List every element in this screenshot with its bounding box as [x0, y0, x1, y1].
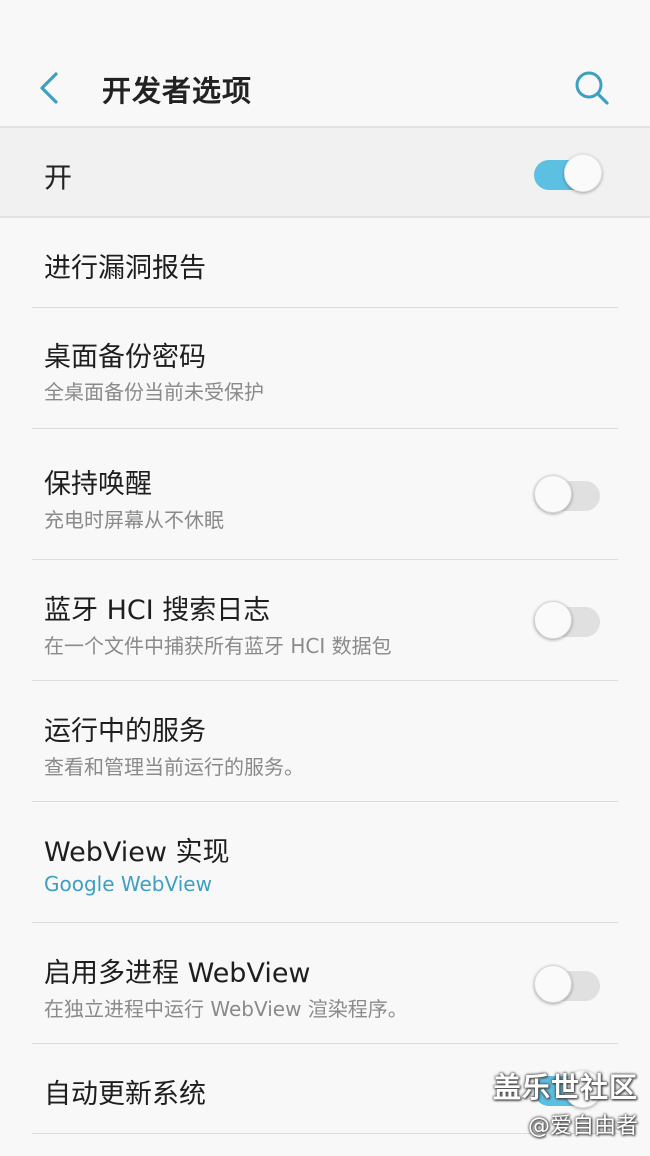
stay-awake-toggle[interactable]: [534, 475, 602, 513]
toggle-thumb: [534, 965, 572, 1003]
list-item-title: 进行漏洞报告: [44, 253, 206, 284]
list-item-subtitle: 在一个文件中捕获所有蓝牙 HCI 数据包: [44, 634, 392, 658]
list-item-subtitle: 查看和管理当前运行的服务。: [44, 755, 304, 779]
watermark-user: @爱自由者: [527, 1114, 638, 1139]
toggle-thumb: [534, 601, 572, 639]
list-item-multiprocess-webview[interactable]: 启用多进程 WebView 在独立进程中运行 WebView 渲染程序。: [0, 923, 650, 1044]
list-item-subtitle: 在独立进程中运行 WebView 渲染程序。: [44, 997, 408, 1021]
toggle-thumb: [564, 154, 602, 192]
list-item-webview-implementation[interactable]: WebView 实现 Google WebView: [0, 802, 650, 923]
list-item-title: 自动更新系统: [44, 1079, 206, 1110]
toggle-thumb: [534, 475, 572, 513]
master-switch-label: 开: [44, 161, 73, 194]
list-item-title: 运行中的服务: [44, 716, 206, 747]
list-item-title: 启用多进程 WebView: [44, 958, 311, 989]
watermark: 盖乐世社区 @爱自由者: [493, 1066, 638, 1140]
chevron-left-icon: [40, 72, 58, 104]
list-item-title: 桌面备份密码: [44, 342, 206, 373]
list-item-subtitle: 充电时屏幕从不休眠: [44, 508, 224, 532]
bluetooth-hci-log-toggle[interactable]: [534, 601, 602, 639]
page-title: 开发者选项: [102, 74, 253, 108]
list-item-running-services[interactable]: 运行中的服务 查看和管理当前运行的服务。: [0, 681, 650, 802]
watermark-title: 盖乐世社区: [492, 1071, 638, 1104]
list-item-bug-report[interactable]: 进行漏洞报告: [0, 218, 650, 308]
list-item-stay-awake[interactable]: 保持唤醒 充电时屏幕从不休眠: [0, 429, 650, 560]
developer-options-screen: 开发者选项 开 进行漏洞报告 桌面备份密码 全桌面备份当前未受保护 保持唤醒 充…: [0, 0, 650, 1156]
search-icon: [575, 71, 609, 105]
master-switch-bar[interactable]: 开: [0, 128, 650, 218]
list-item-bluetooth-hci-log[interactable]: 蓝牙 HCI 搜索日志 在一个文件中捕获所有蓝牙 HCI 数据包: [0, 560, 650, 681]
master-switch-toggle[interactable]: [534, 154, 602, 192]
list-item-subtitle: Google WebView: [44, 872, 212, 896]
back-button[interactable]: [30, 64, 70, 112]
search-button[interactable]: [568, 64, 616, 112]
list-item-title: WebView 实现: [44, 837, 230, 868]
list-item-title: 保持唤醒: [44, 469, 152, 500]
list-item-title: 蓝牙 HCI 搜索日志: [44, 595, 271, 626]
list-item-subtitle: 全桌面备份当前未受保护: [44, 380, 264, 404]
app-bar: 开发者选项: [0, 0, 650, 128]
list-item-desktop-backup-password[interactable]: 桌面备份密码 全桌面备份当前未受保护: [0, 308, 650, 429]
multiprocess-webview-toggle[interactable]: [534, 965, 602, 1003]
